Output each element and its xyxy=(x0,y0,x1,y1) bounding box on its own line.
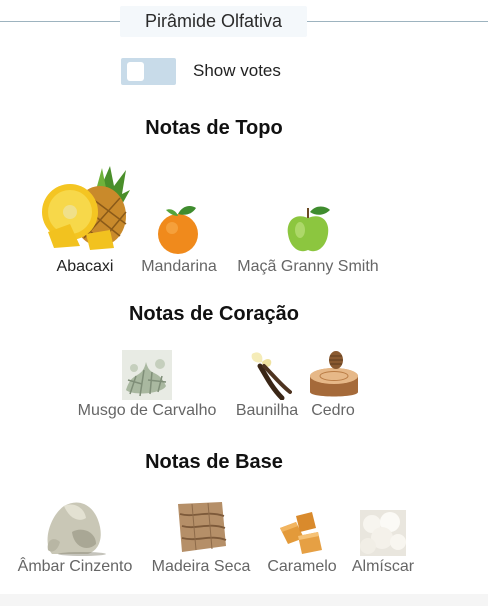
note-label: Baunilha xyxy=(235,402,299,419)
header-divider-left xyxy=(0,21,120,22)
cedar-icon xyxy=(310,351,358,397)
musk-icon xyxy=(360,510,406,556)
note-label: Âmbar Cinzento xyxy=(17,558,133,575)
page-title: Pirâmide Olfativa xyxy=(120,6,307,37)
note-mandarin[interactable]: Mandarina xyxy=(136,204,222,279)
note-ambergris[interactable]: Âmbar Cinzento xyxy=(8,496,142,578)
note-label: Almíscar xyxy=(351,558,415,575)
note-label: Madeira Seca xyxy=(151,558,251,575)
header-divider-right xyxy=(307,21,488,22)
vanilla-icon xyxy=(251,352,292,400)
note-label: Maçã Granny Smith xyxy=(237,258,379,275)
note-label: Mandarina xyxy=(141,258,217,275)
toggle-knob xyxy=(127,62,144,81)
caramel-icon xyxy=(280,512,322,554)
green-apple-icon xyxy=(287,206,330,252)
note-label: Abacaxi xyxy=(56,258,114,275)
ambergris-icon xyxy=(47,502,106,556)
mandarin-icon xyxy=(158,206,198,254)
show-votes-label: Show votes xyxy=(193,61,281,80)
note-pineapple[interactable]: Abacaxi xyxy=(40,164,130,279)
note-green-apple[interactable]: Maçã Granny Smith xyxy=(228,204,388,279)
dry-wood-icon xyxy=(178,502,227,552)
show-votes-toggle[interactable] xyxy=(121,58,176,85)
note-label: Caramelo xyxy=(267,558,337,575)
note-vanilla[interactable]: Baunilha xyxy=(230,350,304,424)
footer-strip xyxy=(0,594,488,606)
pineapple-icon xyxy=(42,166,130,250)
oakmoss-icon xyxy=(122,350,172,400)
note-cedar[interactable]: Cedro xyxy=(304,350,362,424)
note-label: Musgo de Carvalho xyxy=(77,402,217,419)
note-musk[interactable]: Almíscar xyxy=(346,496,420,578)
section-title-top-notes: Notas de Topo xyxy=(145,117,283,139)
note-label: Cedro xyxy=(311,402,355,419)
note-caramel[interactable]: Caramelo xyxy=(262,496,342,578)
note-dry-wood[interactable]: Madeira Seca xyxy=(144,496,258,578)
section-title-heart-notes: Notas de Coração xyxy=(128,303,300,325)
note-oakmoss[interactable]: Musgo de Carvalho xyxy=(68,350,226,424)
section-title-base-notes: Notas de Base xyxy=(145,451,283,473)
